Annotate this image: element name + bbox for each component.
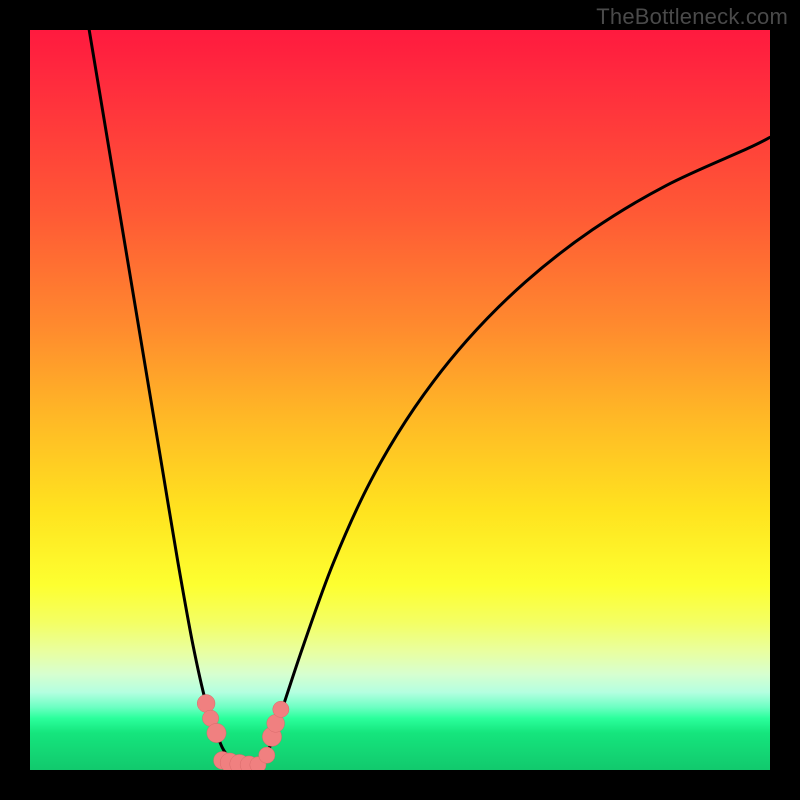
bottleneck-curve — [89, 30, 770, 767]
curve-right-branch — [259, 137, 770, 766]
data-markers — [197, 695, 289, 770]
marker-dot — [259, 747, 275, 763]
marker-dot — [273, 701, 289, 717]
curve-left-branch — [89, 30, 237, 766]
marker-dot — [197, 695, 215, 713]
watermark-text: TheBottleneck.com — [596, 4, 788, 30]
marker-dot — [207, 723, 226, 742]
chart-frame: TheBottleneck.com — [0, 0, 800, 800]
curve-layer — [30, 30, 770, 770]
plot-area — [30, 30, 770, 770]
